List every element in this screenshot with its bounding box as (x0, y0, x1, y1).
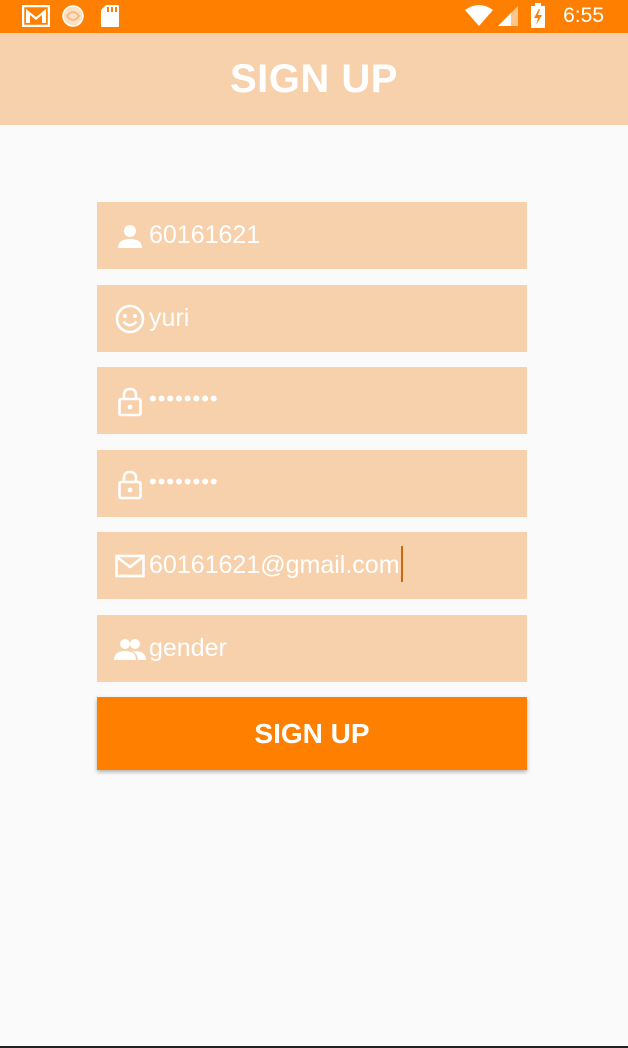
app-bar: SIGN UP (0, 33, 628, 125)
smiley-icon (115, 304, 145, 334)
password-input[interactable]: •••••••• (149, 367, 219, 434)
lock-icon (118, 470, 142, 500)
signup-button[interactable]: SIGN UP (97, 697, 527, 770)
username-field[interactable]: 60161621 (97, 202, 527, 269)
lock-icon (118, 387, 142, 417)
people-icon (114, 639, 146, 660)
text-cursor (400, 546, 403, 583)
email-input[interactable]: 60161621@gmail.com (149, 532, 403, 599)
email-value: 60161621@gmail.com (149, 551, 400, 579)
nickname-field[interactable]: yuri (97, 285, 527, 352)
wifi-icon (465, 5, 493, 26)
person-icon (118, 225, 142, 248)
battery-charging-icon (531, 3, 545, 28)
app-notification-icon (62, 5, 84, 27)
status-bar: 6:55 (0, 0, 628, 33)
confirm-password-field[interactable]: •••••••• (97, 450, 527, 517)
username-input[interactable]: 60161621 (149, 202, 260, 269)
confirm-password-input[interactable]: •••••••• (149, 450, 219, 517)
email-field[interactable]: 60161621@gmail.com (97, 532, 527, 599)
gmail-icon (22, 5, 50, 27)
cell-signal-icon (498, 6, 518, 26)
signup-screen: 6:55 SIGN UP 60161621 yuri •••••••• ••••… (0, 0, 628, 1048)
gender-input[interactable]: gender (149, 615, 227, 682)
status-time: 6:55 (563, 4, 604, 27)
gender-field[interactable]: gender (97, 615, 527, 682)
mail-icon (115, 554, 145, 578)
password-field[interactable]: •••••••• (97, 367, 527, 434)
sd-card-icon (101, 5, 119, 27)
page-title: SIGN UP (230, 56, 398, 101)
nickname-input[interactable]: yuri (149, 285, 189, 352)
